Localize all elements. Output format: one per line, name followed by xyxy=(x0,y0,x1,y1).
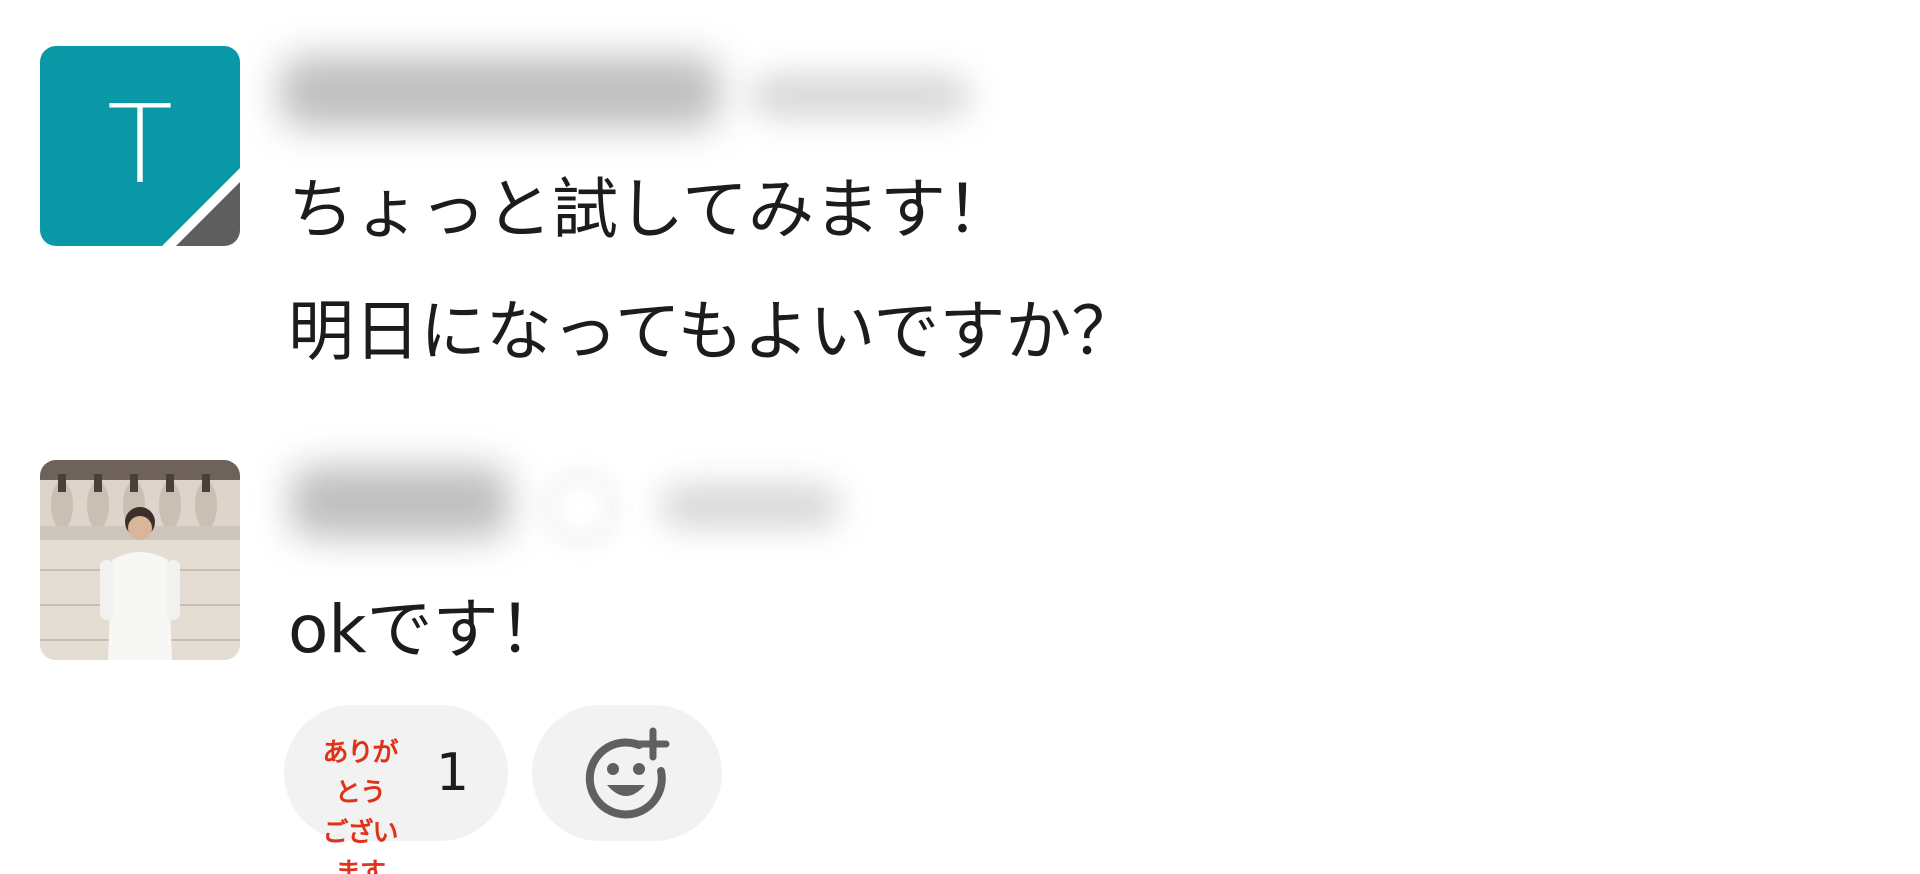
thanks-emoji-line1: ありがとう xyxy=(322,738,398,808)
sender-name-redacted[interactable] xyxy=(280,56,720,128)
thanks-emoji: ありがとう ございます xyxy=(316,733,404,874)
thanks-emoji-line2: ございます xyxy=(322,818,398,874)
message-text: 明日になってもよいですか？ xyxy=(288,293,1138,370)
chat-thread: T ちょっと試してみます！ 明日になってもよいですか？ okです！ ありがとう … xyxy=(0,0,1920,874)
message-text: okです！ xyxy=(288,591,565,668)
avatar-photo-image xyxy=(40,460,240,660)
sender-name-redacted[interactable] xyxy=(290,466,510,538)
avatar[interactable] xyxy=(40,460,240,660)
avatar[interactable]: T xyxy=(40,46,240,246)
avatar-corner-badge xyxy=(176,182,240,246)
reaction-count: 1 xyxy=(436,743,470,803)
status-icon-redacted xyxy=(545,472,617,544)
timestamp-redacted[interactable] xyxy=(750,74,970,118)
add-reaction-button[interactable] xyxy=(532,705,722,841)
reaction-thanks[interactable]: ありがとう ございます 1 xyxy=(284,705,508,874)
timestamp-redacted[interactable] xyxy=(660,484,840,528)
add-reaction-smiley-icon xyxy=(585,727,670,819)
message-text: ちょっと試してみます！ xyxy=(288,171,1013,248)
